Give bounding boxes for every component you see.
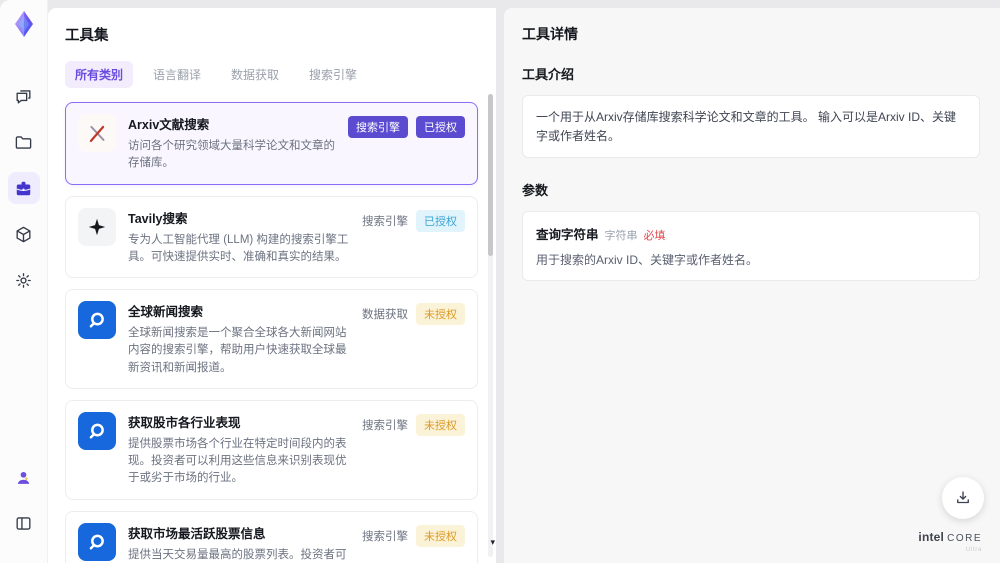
scroll-down-arrow[interactable]: ▾ [490, 538, 495, 547]
tool-card-meta: 搜索引擎 未授权 [362, 523, 465, 547]
status-badge: 未授权 [416, 303, 465, 325]
param-required-badge: 必填 [643, 230, 666, 243]
tool-list: Arxiv文献搜索 访问各个研究领域大量科学论文和文章的存储库。 搜索引擎 已授权 Ta… [65, 102, 478, 563]
tool-card-meta: 搜索引擎 未授权 [362, 412, 465, 436]
arxiv-logo-icon [78, 114, 116, 152]
sidebar [0, 0, 48, 563]
panel-toggle-icon [14, 514, 33, 533]
category-label: 数据获取 [362, 309, 408, 321]
sidebar-item-models[interactable] [8, 218, 40, 250]
tab-category-1[interactable]: 语言翻译 [143, 61, 211, 88]
page-title: 工具集 [65, 28, 109, 44]
intel-sub-label: Ultra [965, 545, 982, 553]
sidebar-item-settings[interactable] [8, 264, 40, 296]
status-badge: 已授权 [416, 116, 465, 138]
stock-search-icon [78, 522, 116, 561]
download-icon [954, 489, 972, 507]
category-label: 搜索引擎 [362, 530, 408, 543]
tool-card[interactable]: Arxiv文献搜索访问各个研究领域大量科学论文和文章的存储库。 搜索引擎 已授权 [65, 102, 478, 185]
briefcase-icon [14, 179, 33, 198]
sidebar-item-chat[interactable] [8, 80, 40, 112]
scrollbar-thumb[interactable] [488, 94, 493, 256]
params-heading: 参数 [522, 183, 549, 199]
param-desc: 用于搜索的Arxiv ID、关键字或作者姓名。 [536, 253, 759, 268]
sidebar-item-files[interactable] [8, 126, 40, 158]
status-badge: 未授权 [416, 413, 465, 436]
sidebar-nav [7, 80, 40, 310]
detail-title: 工具详情 [522, 26, 578, 42]
tool-name: 全球新闻搜索 [128, 305, 204, 319]
tool-name: 获取市场最活跃股票信息 [128, 526, 266, 541]
intel-core-logo: intel core Ultra [918, 531, 982, 554]
intel-wordmark: intel [918, 529, 945, 544]
category-badge: 搜索引擎 [348, 116, 408, 138]
param-header: 查询字符串 字符串 必填 [536, 224, 966, 243]
intro-heading: 工具介绍 [522, 67, 575, 82]
cube-icon [14, 225, 33, 244]
news-search-icon [78, 301, 116, 339]
status-badge: 未授权 [416, 524, 465, 547]
stock-search-icon [78, 411, 116, 450]
tool-card[interactable]: 获取市场最活跃股票信息提供当天交易量最高的股票列表。投资者可以利用这些信息来识别… [65, 510, 478, 563]
param-type: 字符串 [604, 230, 638, 243]
core-wordmark: core [947, 532, 982, 544]
user-avatar[interactable] [8, 461, 40, 493]
tool-name: 获取股市各行业表现 [128, 415, 241, 430]
tool-card-meta: 数据获取 未授权 [362, 301, 465, 325]
folder-icon [14, 133, 33, 152]
status-badge: 已授权 [416, 209, 465, 232]
tavily-star-icon [78, 207, 116, 246]
tool-list-panel: 工具集 所有类别 语言翻译 数据获取 搜索引擎 Arxiv文献搜索 访问各个研究领域大量… [48, 8, 496, 563]
tool-card[interactable]: 全球新闻搜索全球新闻搜索是一个聚合全球各大新闻网站内容的搜索引擎，帮助用户快速获… [65, 289, 478, 389]
tool-description: 提供股票市场各个行业在特定时间段内的表现。投资者可以利用这些信息来识别表现优于或… [128, 437, 347, 485]
collapse-sidebar-button[interactable] [8, 507, 40, 539]
category-tabs: 所有类别 语言翻译 数据获取 搜索引擎 [65, 61, 478, 88]
intro-box: 一个用于从Arxiv存储库搜索科学论文和文章的工具。 输入可以是Arxiv ID… [522, 95, 980, 159]
tool-card-meta: 搜索引擎 已授权 [348, 114, 465, 138]
download-button[interactable] [942, 477, 984, 519]
tool-card-body: 获取市场最活跃股票信息提供当天交易量最高的股票列表。投资者可以利用这些信息来识别… [128, 523, 350, 563]
tool-card[interactable]: 获取股市各行业表现提供股票市场各个行业在特定时间段内的表现。投资者可以利用这些信… [65, 399, 478, 500]
tool-description: 专为人工智能代理 (LLM) 构建的搜索引擎工具。可快速提供实时、准确和真实的结… [128, 233, 349, 263]
sidebar-bottom [8, 461, 40, 553]
tab-category-2[interactable]: 数据获取 [221, 61, 289, 88]
tool-detail-panel: 工具详情 工具介绍 一个用于从Arxiv存储库搜索科学论文和文章的工具。 输入可… [504, 8, 1000, 563]
user-icon [14, 468, 33, 487]
param-box: 查询字符串 字符串 必填 用于搜索的Arxiv ID、关键字或作者姓名。 [522, 211, 980, 282]
tool-description: 提供当天交易量最高的股票列表。投资者可以利用这些信息来识别流动性强的股票和潜在的… [128, 548, 347, 561]
sidebar-item-tools[interactable] [7, 172, 40, 204]
gear-icon [14, 271, 33, 290]
category-label: 搜索引擎 [362, 215, 408, 228]
tool-card-body: 全球新闻搜索全球新闻搜索是一个聚合全球各大新闻网站内容的搜索引擎，帮助用户快速获… [128, 301, 350, 377]
tool-name: Arxiv文献搜索 [128, 118, 210, 132]
scrollbar-track[interactable] [488, 94, 493, 557]
intro-text: 一个用于从Arxiv存储库搜索科学论文和文章的工具。 输入可以是Arxiv ID… [536, 110, 957, 143]
tool-description: 全球新闻搜索是一个聚合全球各大新闻网站内容的搜索引擎，帮助用户快速获取全球最新资… [128, 327, 347, 374]
chat-icon [14, 87, 33, 106]
tool-card-body: 获取股市各行业表现提供股票市场各个行业在特定时间段内的表现。投资者可以利用这些信… [128, 412, 350, 488]
tool-description: 访问各个研究领域大量科学论文和文章的存储库。 [128, 140, 335, 170]
category-label: 搜索引擎 [362, 419, 408, 432]
tab-category-3[interactable]: 搜索引擎 [299, 61, 367, 88]
tab-category-0[interactable]: 所有类别 [65, 61, 134, 88]
tool-card-meta: 搜索引擎 已授权 [362, 208, 465, 232]
tool-card-body: Arxiv文献搜索访问各个研究领域大量科学论文和文章的存储库。 [128, 114, 336, 173]
tool-name: Tavily搜索 [128, 211, 188, 226]
tool-card-body: Tavily搜索专为人工智能代理 (LLM) 构建的搜索引擎工具。可快速提供实时… [128, 208, 350, 267]
param-name: 查询字符串 [536, 228, 599, 243]
app-logo-icon [8, 8, 40, 40]
app-window: 工具集 所有类别 语言翻译 数据获取 搜索引擎 Arxiv文献搜索 访问各个研究领域大量… [0, 0, 1000, 563]
tool-card[interactable]: Tavily搜索专为人工智能代理 (LLM) 构建的搜索引擎工具。可快速提供实时… [65, 195, 478, 278]
